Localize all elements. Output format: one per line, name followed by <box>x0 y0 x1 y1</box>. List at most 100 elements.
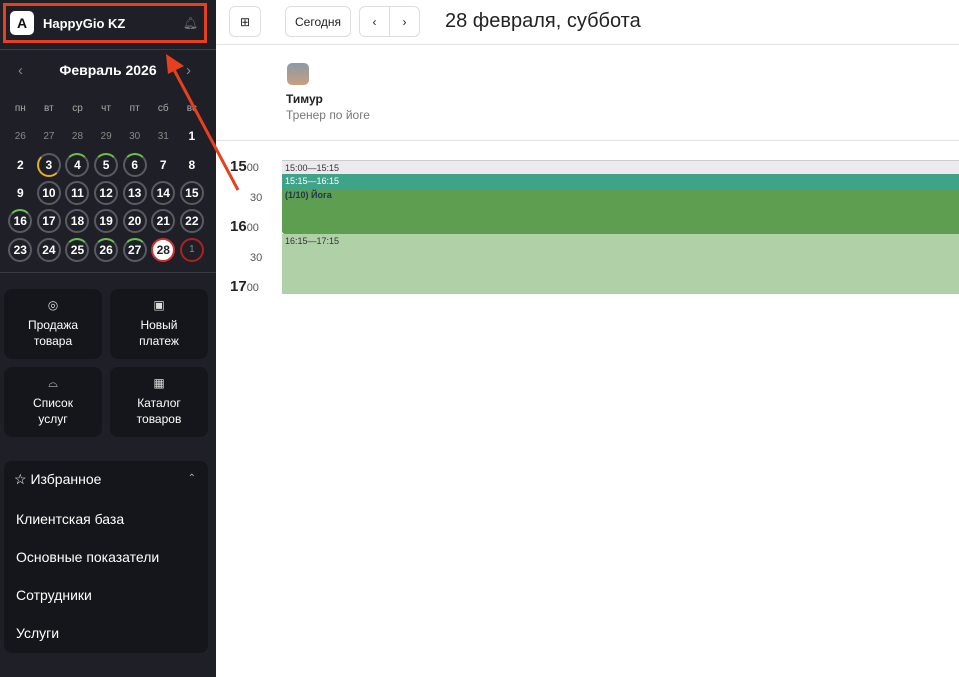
calendar-day[interactable]: 1 <box>178 122 207 150</box>
calendar-day[interactable]: 16 <box>6 207 35 235</box>
favorite-item[interactable]: Сотрудники <box>16 587 92 603</box>
calendar-day[interactable]: 31 <box>149 122 178 150</box>
quick-action-label: Список услуг <box>33 396 73 426</box>
calendar-day[interactable]: 30 <box>120 122 149 150</box>
quick-action-button[interactable]: ▦ Каталог товаров <box>110 367 208 437</box>
day-number: 28 <box>71 130 84 142</box>
day-number: 11 <box>65 181 90 206</box>
calendar-slot[interactable]: 16:15—17:15 <box>282 234 959 294</box>
calendar-day[interactable]: 15 <box>178 179 207 207</box>
calendar-day[interactable]: 1 <box>178 235 207 263</box>
calendar-day[interactable]: 3 <box>35 151 64 179</box>
day-number: 12 <box>94 181 119 206</box>
favorite-item[interactable]: Клиентская база <box>16 511 124 527</box>
calendar-day[interactable]: 26 <box>92 235 121 263</box>
calendar-day[interactable]: 17 <box>35 207 64 235</box>
target-icon: ◎ <box>47 298 59 312</box>
boxes-icon: ▦ <box>153 376 165 390</box>
day-number: 18 <box>65 209 90 234</box>
calendar-day[interactable]: 27 <box>35 122 64 150</box>
calendar-day[interactable]: 2 <box>6 151 35 179</box>
favorites-header[interactable]: ☆ Избранное <box>14 471 101 488</box>
bell-icon[interactable]: 🔔︎ <box>183 16 198 30</box>
day-number: 24 <box>36 237 61 262</box>
calendar-slot[interactable]: 15:00—15:15 <box>282 160 959 174</box>
chevron-up-icon[interactable]: ⌃ <box>188 473 196 484</box>
event-title: (1/10) Йога <box>285 190 332 200</box>
calendar-day[interactable]: 18 <box>63 207 92 235</box>
calendar-day[interactable]: 28 <box>63 122 92 150</box>
weekday-label: чт <box>101 102 111 114</box>
sidebar: A HappyGio KZ 🔔︎ ‹ Февраль 2026 › пн вт ср… <box>0 0 216 677</box>
calendar-day[interactable]: 14 <box>149 179 178 207</box>
day-number: 1 <box>179 237 204 262</box>
day-number: 8 <box>188 157 196 172</box>
calendar-day[interactable]: 9 <box>6 179 35 207</box>
day-number: 28 <box>151 237 176 262</box>
page-title: 28 февраля, суббота <box>445 10 641 32</box>
today-button[interactable]: Сегодня <box>285 6 351 37</box>
calendar-month: Февраль 2026 <box>59 62 157 78</box>
favorite-item[interactable]: Основные показатели <box>16 549 159 565</box>
divider <box>0 272 216 273</box>
quick-action-label: Продажа товара <box>27 318 79 348</box>
day-number: 4 <box>65 152 90 177</box>
weekday-label: пн <box>14 102 26 114</box>
quick-action-button[interactable]: ▣ Новый платеж <box>110 289 208 359</box>
calendar-day[interactable]: 20 <box>120 207 149 235</box>
calendar-day[interactable]: 24 <box>35 235 64 263</box>
calendar-day[interactable]: 27 <box>120 235 149 263</box>
brand-logo: A <box>10 11 34 35</box>
calendar-day[interactable]: 6 <box>120 151 149 179</box>
quick-action-button[interactable]: ⌓ Список услуг <box>4 367 102 437</box>
time-label: 1600 <box>230 218 259 235</box>
favorite-item[interactable]: Услуги <box>16 625 59 641</box>
calendar-day[interactable]: 23 <box>6 235 35 263</box>
employee-role: Тренер по йоге <box>286 108 370 122</box>
weekday-label: пт <box>129 102 140 114</box>
time-label: 30 <box>250 192 263 204</box>
day-number: 29 <box>100 130 112 142</box>
divider <box>0 49 216 50</box>
time-label: 30 <box>250 252 263 264</box>
calendar-day[interactable]: 10 <box>35 179 64 207</box>
calendar-day[interactable]: 7 <box>149 151 178 179</box>
favorites-title: Избранное <box>30 471 102 487</box>
prev-day-button[interactable]: ‹ <box>359 6 390 37</box>
day-number: 17 <box>36 209 61 234</box>
day-number: 13 <box>122 181 147 206</box>
calendar-day[interactable]: 22 <box>178 207 207 235</box>
calendar-day[interactable]: 8 <box>178 151 207 179</box>
day-number: 6 <box>122 152 147 177</box>
employee-name[interactable]: Тимур <box>286 92 323 106</box>
day-number: 31 <box>157 130 169 142</box>
calendar-day[interactable]: 11 <box>63 179 92 207</box>
grid-view-button[interactable]: ⊞ <box>229 6 261 37</box>
calendar-day[interactable]: 25 <box>63 235 92 263</box>
next-day-button[interactable]: › <box>389 6 420 37</box>
avatar[interactable] <box>287 63 309 85</box>
service-bell-icon: ⌓ <box>48 376 58 390</box>
day-number: 5 <box>94 152 119 177</box>
calendar-day[interactable]: 19 <box>92 207 121 235</box>
time-label: 1500 <box>230 158 259 175</box>
day-number: 26 <box>14 130 26 142</box>
mini-calendar: пн вт ср чт пт сб вс 26 27 28 29 30 31 1 2 3 4 5 6 7 8 9 10 11 1… <box>6 94 213 264</box>
day-number: 16 <box>8 209 33 234</box>
calendar-day[interactable]: 28 <box>149 235 178 263</box>
divider <box>216 44 959 45</box>
calendar-day[interactable]: 13 <box>120 179 149 207</box>
quick-action-button[interactable]: ◎ Продажа товара <box>4 289 102 359</box>
brand-header[interactable]: A HappyGio KZ 🔔︎ <box>3 3 207 43</box>
calendar-day[interactable]: 21 <box>149 207 178 235</box>
appointment-event[interactable]: 15:15—16:15 (1/10) Йога <box>282 174 959 234</box>
next-month-button[interactable]: › <box>186 62 191 79</box>
calendar-day[interactable]: 12 <box>92 179 121 207</box>
weekday-label: ср <box>72 102 83 114</box>
calendar-day[interactable]: 5 <box>92 151 121 179</box>
grid-icon: ⊞ <box>239 14 251 29</box>
calendar-day[interactable]: 29 <box>92 122 121 150</box>
calendar-day[interactable]: 4 <box>63 151 92 179</box>
day-number: 21 <box>151 209 176 234</box>
calendar-day[interactable]: 26 <box>6 122 35 150</box>
